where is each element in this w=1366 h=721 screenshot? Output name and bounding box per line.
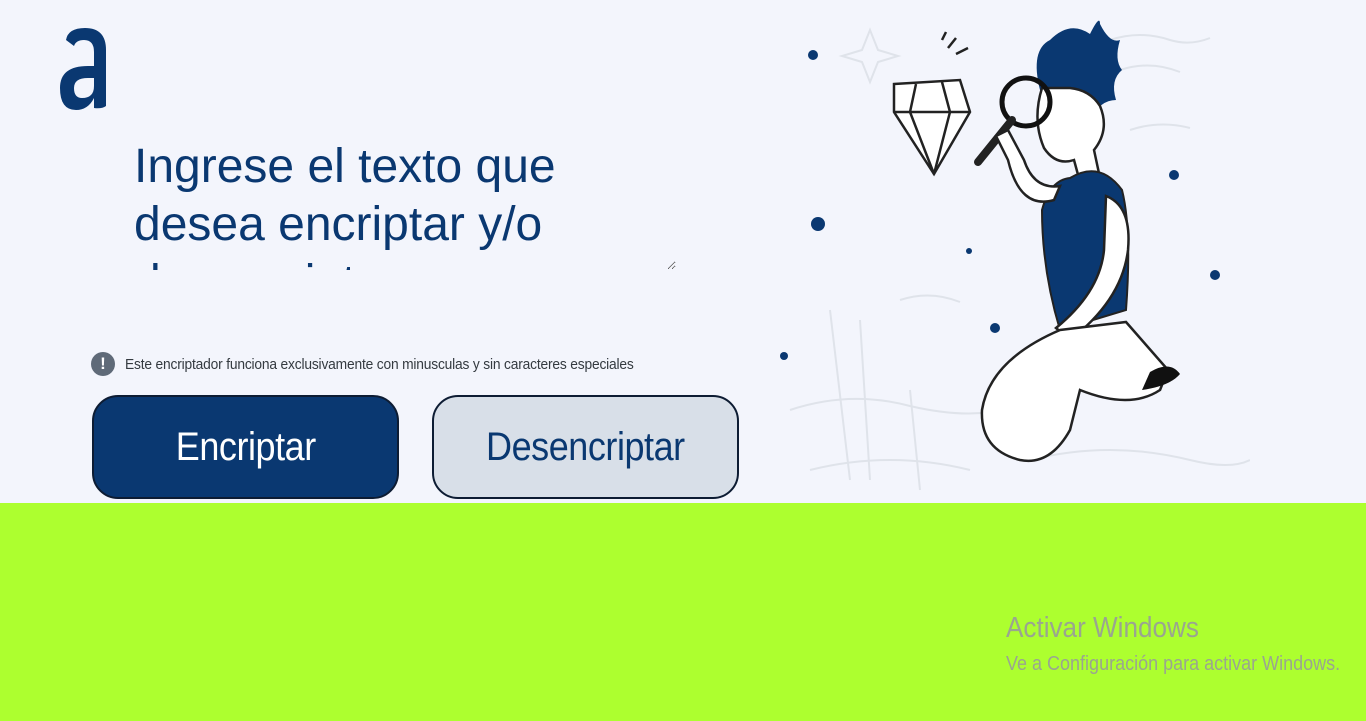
illustration-person-magnifier	[780, 20, 1250, 491]
decorative-dots	[780, 50, 1220, 360]
decrypt-button-label: Desencriptar	[486, 424, 685, 469]
exclamation-circle-icon: !	[91, 352, 115, 376]
text-input[interactable]	[124, 130, 676, 270]
alura-logo	[60, 28, 106, 110]
encrypt-button[interactable]: Encriptar	[92, 395, 399, 499]
encrypt-button-label: Encriptar	[175, 424, 316, 469]
watermark-title: Activar Windows	[1006, 612, 1199, 644]
info-text: Este encriptador funciona exclusivamente…	[125, 355, 634, 373]
decrypt-button[interactable]: Desencriptar	[432, 395, 739, 499]
windows-activation-watermark: Activar Windows Ve a Configuración para …	[1006, 612, 1366, 676]
main-section: ! Este encriptador funciona exclusivamen…	[0, 0, 1366, 503]
diamond	[892, 31, 972, 177]
watermark-subtitle: Ve a Configuración para activar Windows.	[1006, 653, 1341, 675]
info-message: ! Este encriptador funciona exclusivamen…	[91, 350, 678, 378]
